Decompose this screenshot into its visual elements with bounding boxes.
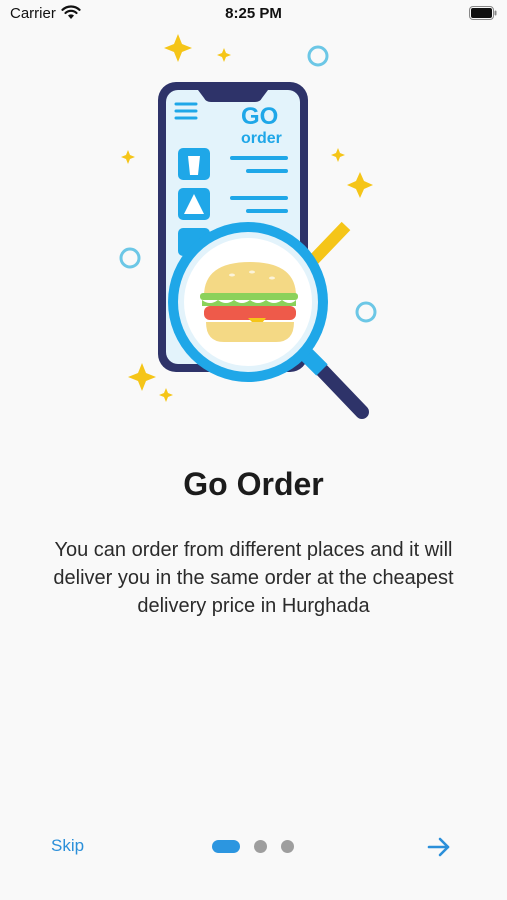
clock: 8:25 PM: [225, 5, 282, 22]
arrow-right-icon: [427, 837, 450, 857]
page-dot[interactable]: [281, 839, 294, 853]
page-title: Go Order: [183, 466, 324, 502]
next-button[interactable]: [424, 832, 454, 862]
page-dot[interactable]: [254, 839, 267, 853]
onboarding-illustration: GO order: [100, 30, 420, 430]
page-description: You can order from different places and …: [53, 539, 454, 617]
go-order-illustration: GO order: [119, 34, 377, 419]
burger-icon: [200, 262, 298, 342]
skip-button[interactable]: Skip: [51, 836, 84, 856]
drink-icon: [188, 156, 200, 175]
logo-order: order: [241, 130, 282, 147]
status-bar: Carrier 8:25 PM: [0, 0, 507, 28]
logo-go: GO: [241, 103, 278, 130]
page-dot-active[interactable]: [212, 839, 240, 853]
battery-icon: [469, 6, 497, 25]
page-indicator: [212, 839, 294, 853]
